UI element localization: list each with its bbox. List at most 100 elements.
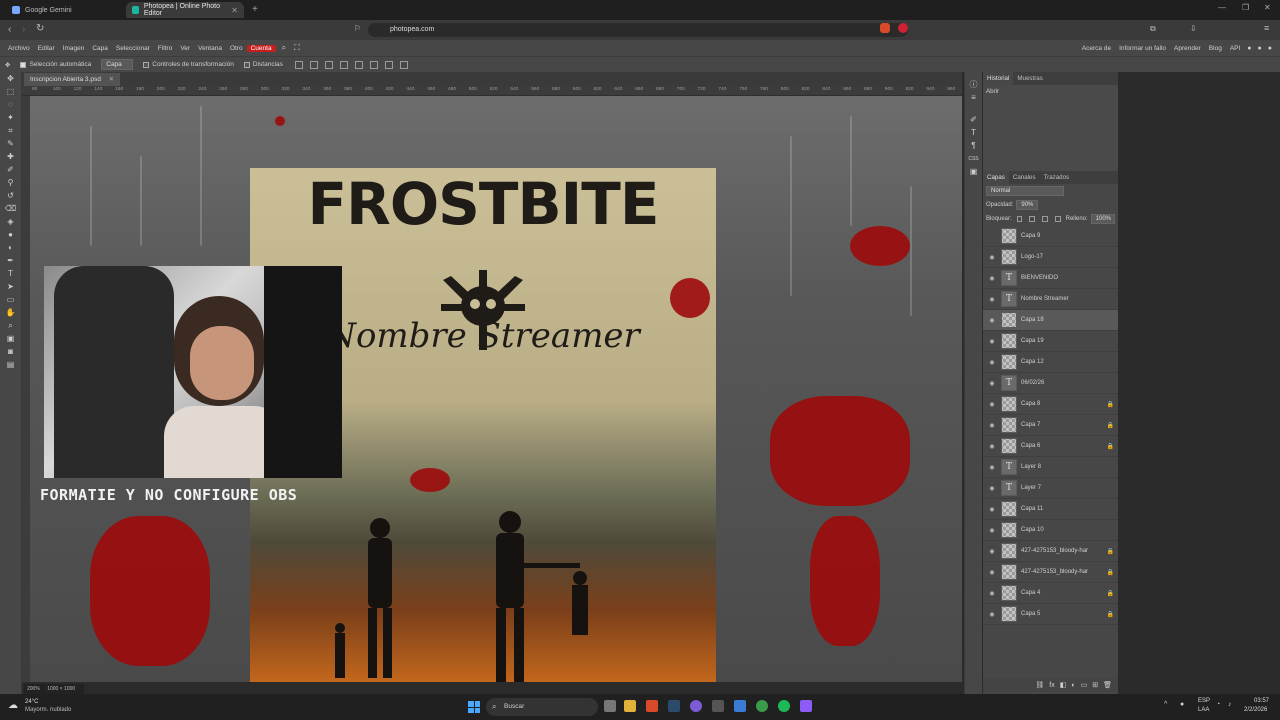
clock-date[interactable]: 2/2/2026 xyxy=(1244,707,1267,713)
fill-input[interactable]: 100% xyxy=(1090,214,1115,224)
link-layers-icon[interactable]: ⛓ xyxy=(1035,681,1044,689)
pen-tool-icon[interactable]: ✒ xyxy=(5,256,17,266)
align-top-icon[interactable] xyxy=(294,60,303,69)
visibility-eye-icon[interactable]: ◉ xyxy=(987,590,997,597)
spotify-icon[interactable] xyxy=(778,700,790,712)
character-icon[interactable]: T xyxy=(968,128,980,138)
lock-transparency-icon[interactable] xyxy=(1016,216,1023,222)
visibility-eye-icon[interactable]: ◉ xyxy=(987,422,997,429)
visibility-eye-icon[interactable]: ◉ xyxy=(987,317,997,324)
move-tool-icon[interactable]: ✥ xyxy=(0,61,15,69)
align-middle-icon[interactable] xyxy=(309,60,318,69)
crop-tool-icon[interactable]: ⌗ xyxy=(5,126,17,136)
reload-icon[interactable]: ↻ xyxy=(36,23,44,34)
distances-option[interactable]: Distancias xyxy=(239,61,288,68)
close-tab-icon[interactable]: ✕ xyxy=(231,6,238,15)
adjustment-layer-icon[interactable]: ◐ xyxy=(1071,682,1075,689)
align-center-icon[interactable] xyxy=(354,60,363,69)
visibility-eye-icon[interactable]: ◉ xyxy=(987,401,997,408)
magic-wand-icon[interactable]: ✦ xyxy=(5,113,17,123)
menu-cuenta[interactable]: Cuenta xyxy=(246,44,276,52)
menu-archivo[interactable]: Archivo xyxy=(4,45,34,52)
layer-row[interactable]: ◉ 427-4275153_bloody-har 🔒 xyxy=(983,541,1118,562)
opacity-input[interactable]: 90% xyxy=(1016,200,1039,210)
align-left-icon[interactable] xyxy=(339,60,348,69)
lock-position-icon[interactable] xyxy=(1042,216,1048,222)
taskbar-search[interactable]: ⌕ Buscar xyxy=(486,698,598,716)
close-document-icon[interactable]: ✕ xyxy=(109,76,114,83)
layer-row[interactable]: ◉ 427-4275153_bloody-har 🔒 xyxy=(983,562,1118,583)
layer-style-icon[interactable]: fx xyxy=(1049,682,1054,689)
tray-chevron-icon[interactable]: ^ xyxy=(1164,701,1167,708)
menu-informar-fallo[interactable]: Informar un fallo xyxy=(1115,45,1170,52)
quick-mask-icon[interactable]: ◙ xyxy=(5,347,17,357)
layer-row[interactable]: ◉ Capa 5 🔒 xyxy=(983,604,1118,625)
grid-icon[interactable] xyxy=(399,60,408,69)
layer-row[interactable]: ◉ Capa 18 xyxy=(983,310,1118,331)
layer-row[interactable]: ◉ T BIENVENIDO xyxy=(983,268,1118,289)
app-icon[interactable] xyxy=(712,700,724,712)
visibility-eye-icon[interactable]: ◉ xyxy=(987,569,997,576)
new-tab-icon[interactable]: + xyxy=(252,4,258,15)
chrome-icon[interactable] xyxy=(756,700,768,712)
tab-photopea[interactable]: Photopea | Online Photo Editor ✕ xyxy=(126,2,244,18)
brush-tool-icon[interactable]: ✐ xyxy=(5,165,17,175)
menu-blog[interactable]: Blog xyxy=(1205,45,1226,52)
brave-shield-icon[interactable] xyxy=(880,23,890,33)
visibility-eye-icon[interactable]: ◉ xyxy=(987,275,997,282)
volume-icon[interactable]: ♪ xyxy=(1228,701,1232,708)
menu-editar[interactable]: Editar xyxy=(34,45,59,52)
layer-row[interactable]: ◉ Logo-17 xyxy=(983,247,1118,268)
eraser-icon[interactable]: ⌫ xyxy=(5,204,17,214)
facebook-icon[interactable]: ● xyxy=(1268,45,1272,52)
menu-api[interactable]: API xyxy=(1226,45,1244,52)
layer-row[interactable]: ◉ Capa 6 🔒 xyxy=(983,436,1118,457)
bookmark-icon[interactable]: ⚐ xyxy=(354,24,361,33)
screen-mode-icon[interactable]: ▤ xyxy=(5,360,17,370)
menu-ver[interactable]: Ver xyxy=(176,45,194,52)
menu-filtro[interactable]: Filtro xyxy=(154,45,176,52)
fullscreen-icon[interactable]: ⛶ xyxy=(294,43,300,53)
menu-seleccionar[interactable]: Seleccionar xyxy=(112,45,154,52)
visibility-eye-icon[interactable]: ◉ xyxy=(987,359,997,366)
tab-capas[interactable]: Capas xyxy=(983,171,1009,184)
rewards-icon[interactable] xyxy=(898,23,908,33)
windows-start-icon[interactable] xyxy=(468,701,480,713)
back-icon[interactable]: ‹ xyxy=(8,24,11,35)
menu-aprender[interactable]: Aprender xyxy=(1170,45,1205,52)
auto-select-checkbox[interactable] xyxy=(20,61,27,68)
clone-stamp-icon[interactable]: ⚲ xyxy=(5,178,17,188)
tab-trazados[interactable]: Trazados xyxy=(1040,171,1074,184)
layer-row[interactable]: ◉ Capa 19 xyxy=(983,331,1118,352)
menu-acerca-de[interactable]: Acerca de xyxy=(1078,45,1115,52)
layer-row[interactable]: ◉ Capa 11 xyxy=(983,499,1118,520)
visibility-eye-icon[interactable]: ◉ xyxy=(987,506,997,513)
document-app-icon[interactable] xyxy=(734,700,746,712)
blur-tool-icon[interactable]: ● xyxy=(5,230,17,240)
auto-select-option[interactable]: Selección automática xyxy=(15,61,96,68)
forward-icon[interactable]: › xyxy=(22,24,25,35)
blend-mode-dropdown[interactable]: Normal xyxy=(986,186,1064,196)
paragraph-icon[interactable]: ¶ xyxy=(968,141,980,151)
extensions-icon[interactable]: ⧉ xyxy=(1150,24,1156,34)
align-bottom-icon[interactable] xyxy=(324,60,333,69)
download-icon[interactable]: ⇩ xyxy=(1190,24,1197,33)
search-icon[interactable]: ⌕ xyxy=(282,43,286,53)
menu-otro[interactable]: Otro xyxy=(226,45,247,52)
layer-row[interactable]: ◉ Capa 7 🔒 xyxy=(983,415,1118,436)
visibility-eye-icon[interactable]: ◉ xyxy=(987,527,997,534)
layer-row[interactable]: ◉ Capa 8 🔒 xyxy=(983,394,1118,415)
info-icon[interactable]: ⓘ xyxy=(968,80,980,90)
layer-row[interactable]: ◉ Capa 12 xyxy=(983,352,1118,373)
layer-select-dropdown[interactable]: Capa xyxy=(101,59,134,70)
zoom-tool-icon[interactable]: ⌕ xyxy=(5,321,17,331)
visibility-eye-icon[interactable]: ◉ xyxy=(987,485,997,492)
color-swatches-icon[interactable]: ▣ xyxy=(5,334,17,344)
task-view-icon[interactable] xyxy=(604,700,616,712)
menu-ventana[interactable]: Ventana xyxy=(194,45,226,52)
canvas[interactable]: FROSTBITE Nombre Streamer FORMATIE Y NO … xyxy=(30,96,962,682)
align-right-icon[interactable] xyxy=(369,60,378,69)
tab-historial[interactable]: Historial xyxy=(983,72,1014,85)
delete-layer-icon[interactable]: 🗑 xyxy=(1103,681,1112,689)
file-explorer-icon[interactable] xyxy=(624,700,636,712)
